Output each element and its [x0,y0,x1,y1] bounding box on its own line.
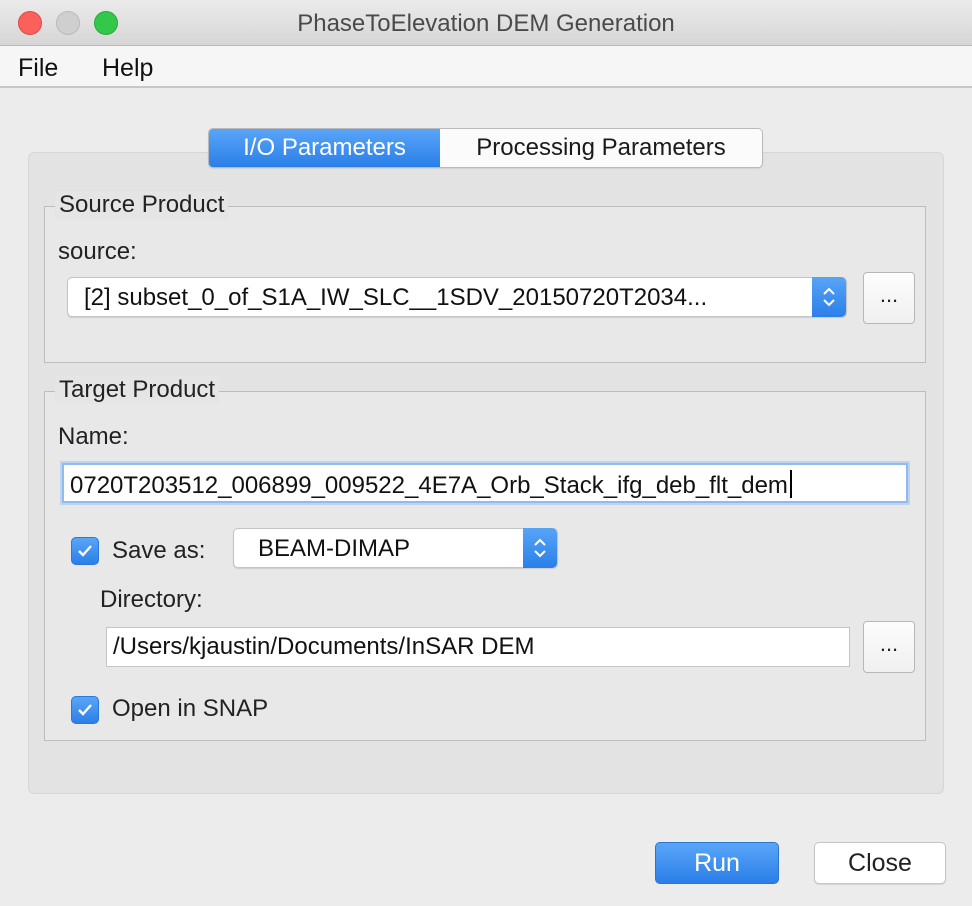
chevron-up-down-icon [812,277,846,317]
open-in-snap-label: Open in SNAP [112,695,269,722]
close-button[interactable]: Close [814,842,946,884]
source-label: source: [58,238,137,265]
target-product-legend: Target Product [55,376,220,404]
source-browse-button[interactable]: ... [863,272,915,324]
source-product-value: [2] subset_0_of_S1A_IW_SLC__1SDV_2015072… [84,284,708,311]
checkmark-icon [78,545,92,557]
target-name-input[interactable]: 0720T203512_006899_009522_4E7A_Orb_Stack… [62,463,908,503]
tab-io-parameters[interactable]: I/O Parameters [209,129,440,167]
menu-help[interactable]: Help [102,54,153,83]
menu-file[interactable]: File [18,54,58,83]
directory-browse-button[interactable]: ... [863,621,915,673]
text-caret [789,470,792,498]
directory-label: Directory: [100,586,203,613]
open-in-snap-checkbox[interactable] [71,696,99,724]
source-product-select[interactable]: [2] subset_0_of_S1A_IW_SLC__1SDV_2015072… [67,277,847,317]
save-as-label: Save as: [112,537,206,564]
tab-processing-parameters[interactable]: Processing Parameters [440,129,762,167]
name-label: Name: [58,423,129,450]
window-title: PhaseToElevation DEM Generation [297,10,675,37]
tab-bar: I/O Parameters Processing Parameters [208,128,763,168]
directory-input[interactable]: /Users/kjaustin/Documents/InSAR DEM [106,627,850,667]
save-format-select[interactable]: BEAM-DIMAP [233,528,558,568]
target-name-value: 0720T203512_006899_009522_4E7A_Orb_Stack… [70,472,788,499]
save-as-checkbox[interactable] [71,537,99,565]
directory-value: /Users/kjaustin/Documents/InSAR DEM [113,633,535,660]
run-button[interactable]: Run [655,842,779,884]
title-bar: PhaseToElevation DEM Generation [0,0,972,46]
save-format-value: BEAM-DIMAP [258,535,411,562]
chevron-up-down-icon [523,528,557,568]
menu-bar: File Help [0,46,972,88]
source-product-legend: Source Product [55,191,229,219]
checkmark-icon [78,704,92,716]
